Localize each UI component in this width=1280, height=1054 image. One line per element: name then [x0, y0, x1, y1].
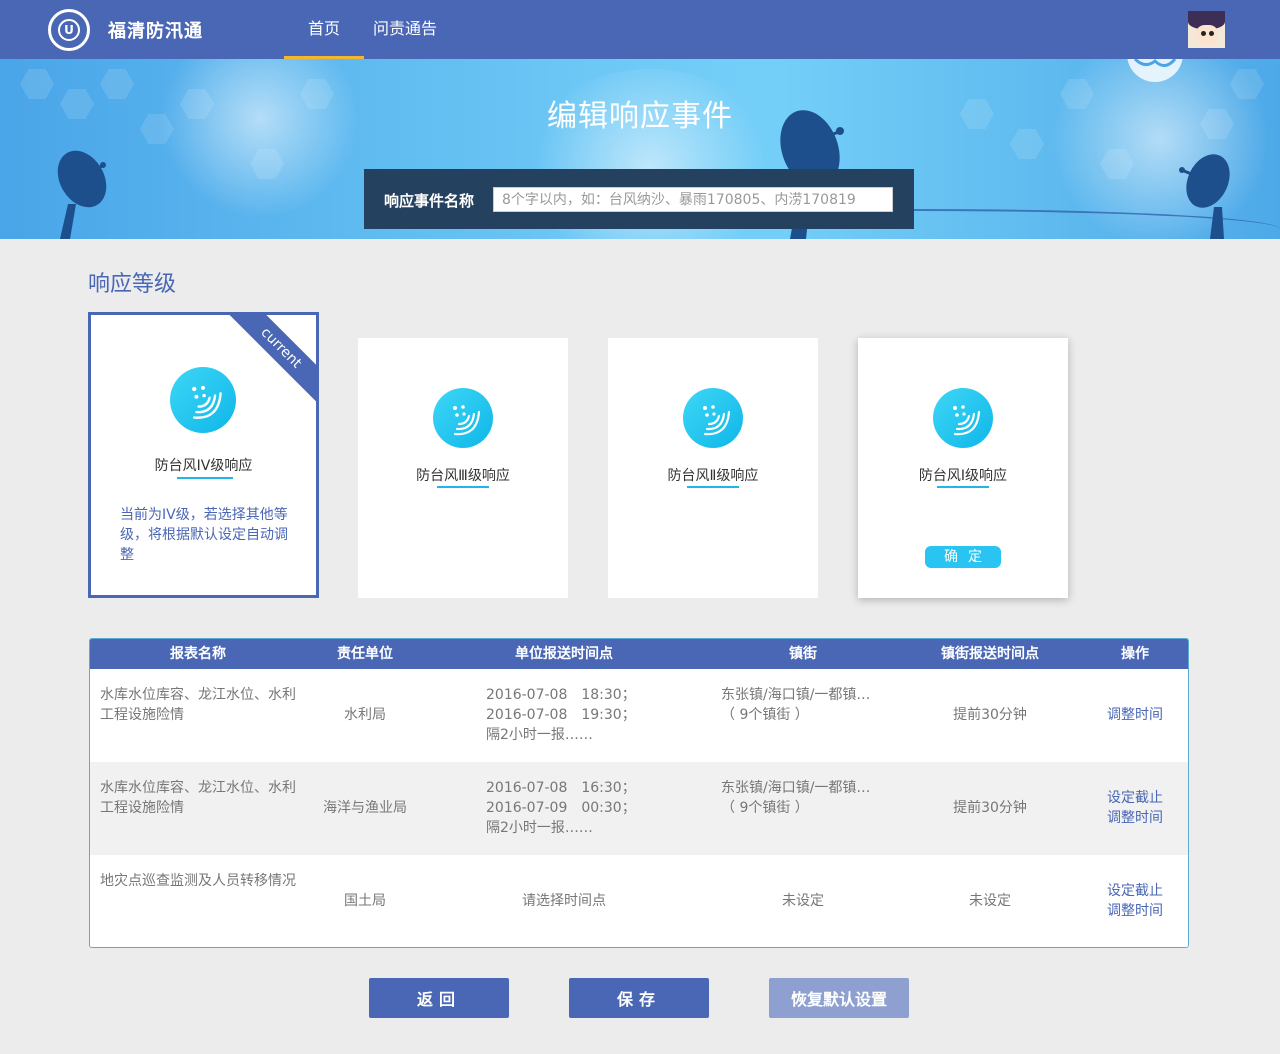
- current-level-desc: 当前为IV级，若选择其他等级，将根据默认设定自动调整: [120, 507, 288, 563]
- level-name: 防台风IV级响应: [154, 458, 253, 474]
- reset-default-button[interactable]: 恢复默认设置: [769, 978, 909, 1018]
- set-deadline-link[interactable]: 设定截止: [1090, 788, 1180, 808]
- operation-cell: 设定截止 调整时间: [1090, 788, 1180, 828]
- level-card-iv[interactable]: current 防台风IV级响应 当前为IV级，若选择其他等级，将根据默认设定自…: [88, 312, 319, 598]
- satellite-dish-icon: [1179, 154, 1230, 239]
- typhoon-icon: [170, 367, 236, 433]
- unit-time[interactable]: 2016-07-08 16:30； 2016-07-09 00:30； 隔2小时一报…: [486, 778, 676, 838]
- table-row: 水库水位库容、龙江水位、水利工程设施险情 水利局 2016-07-08 18:3…: [90, 669, 1188, 762]
- satellite-dish-icon: [57, 150, 107, 239]
- nav-item-home[interactable]: 首页: [284, 0, 364, 59]
- town-time: 提前30分钟: [953, 800, 1027, 816]
- adjust-time-link[interactable]: 调整时间: [1090, 705, 1180, 725]
- operation-cell: 调整时间: [1090, 705, 1180, 725]
- level-underline: [177, 477, 233, 479]
- unit: 海洋与渔业局: [323, 800, 407, 816]
- typhoon-icon: [933, 388, 993, 448]
- table-row: 水库水位库容、龙江水位、水利工程设施险情 海洋与渔业局 2016-07-08 1…: [90, 762, 1188, 855]
- report-name: 地灾点巡查监测及人员转移情况: [100, 873, 296, 889]
- section-title-level: 响应等级: [88, 272, 177, 297]
- level-underline: [687, 486, 739, 488]
- level-name: 防台风Ⅰ级响应: [918, 468, 1008, 484]
- typhoon-icon: [683, 388, 743, 448]
- report-name: 水库水位库容、龙江水位、水利工程设施险情: [100, 687, 296, 723]
- level-card-ii[interactable]: 防台风Ⅱ级响应: [608, 338, 818, 598]
- top-nav: U 福清防汛通 首页 问责通告: [0, 0, 1280, 59]
- adjust-time-link[interactable]: 调整时间: [1090, 808, 1180, 828]
- town: 东张镇/海口镇/一都镇… （ 9个镇街 ）: [721, 780, 871, 816]
- unit: 国土局: [344, 893, 386, 909]
- th-unit: 责任单位: [337, 646, 393, 662]
- unit: 水利局: [344, 707, 386, 723]
- town: 东张镇/海口镇/一都镇… （ 9个镇街 ）: [721, 687, 871, 723]
- level-card-i[interactable]: 防台风Ⅰ级响应 确定: [858, 338, 1068, 598]
- globe-icon: [1127, 59, 1183, 82]
- nav-item-notice[interactable]: 问责通告: [364, 0, 446, 59]
- town-time: 提前30分钟: [953, 707, 1027, 723]
- adjust-time-link[interactable]: 调整时间: [1090, 901, 1180, 921]
- unit-time[interactable]: 2016-07-08 18:30； 2016-07-08 19:30； 隔2小时一报…: [486, 685, 676, 745]
- level-underline: [937, 486, 989, 488]
- th-unit-time: 单位报送时间点: [515, 646, 613, 662]
- town-time: 未设定: [969, 893, 1011, 909]
- operation-cell: 设定截止 调整时间: [1090, 881, 1180, 921]
- table-header: 报表名称 责任单位 单位报送时间点 镇街 镇街报送时间点 操作: [90, 639, 1188, 669]
- page-title: 编辑响应事件: [547, 99, 733, 134]
- level-underline: [437, 486, 489, 488]
- th-town: 镇街: [789, 646, 817, 662]
- app-logo-icon[interactable]: U: [48, 9, 90, 51]
- event-name-input[interactable]: [493, 187, 893, 212]
- event-name-label: 响应事件名称: [384, 192, 475, 210]
- unit-time[interactable]: 请选择时间点: [464, 891, 664, 911]
- brand-name: 福清防汛通: [108, 21, 203, 42]
- level-name: 防台风Ⅲ级响应: [416, 468, 510, 484]
- set-deadline-link[interactable]: 设定截止: [1090, 881, 1180, 901]
- event-name-box: 响应事件名称: [364, 169, 914, 229]
- confirm-button[interactable]: 确定: [925, 546, 1001, 568]
- report-name: 水库水位库容、龙江水位、水利工程设施险情: [100, 780, 296, 816]
- level-card-iii[interactable]: 防台风Ⅲ级响应: [358, 338, 568, 598]
- town: 未设定: [782, 893, 824, 909]
- typhoon-icon: [433, 388, 493, 448]
- level-name: 防台风Ⅱ级响应: [667, 468, 759, 484]
- banner: 编辑响应事件 响应事件名称: [0, 59, 1280, 239]
- avatar[interactable]: [1188, 11, 1225, 48]
- th-operation: 操作: [1121, 646, 1149, 662]
- report-table: 报表名称 责任单位 单位报送时间点 镇街 镇街报送时间点 操作 水库水位库容、龙…: [89, 638, 1189, 948]
- save-button[interactable]: 保存: [569, 978, 709, 1018]
- th-report-name: 报表名称: [170, 646, 226, 662]
- table-row: 地灾点巡查监测及人员转移情况 国土局 请选择时间点 未设定 未设定 设定截止 调…: [90, 855, 1188, 947]
- back-button[interactable]: 返回: [369, 978, 509, 1018]
- th-town-time: 镇街报送时间点: [941, 646, 1039, 662]
